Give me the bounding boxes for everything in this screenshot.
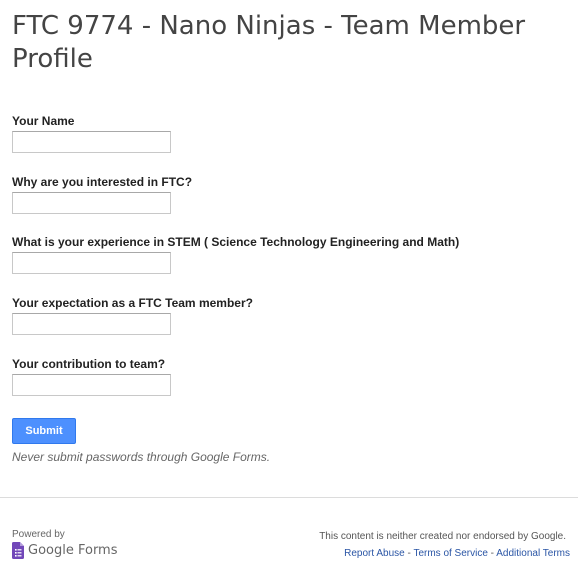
powered-by-label: Powered by — [12, 529, 65, 540]
question-stem-experience: What is your experience in STEM ( Scienc… — [12, 235, 460, 274]
question-label: Your expectation as a FTC Team member? — [12, 296, 253, 310]
question-expectation: Your expectation as a FTC Team member? — [12, 296, 253, 335]
your-name-input[interactable] — [12, 131, 171, 153]
google-forms-icon — [12, 542, 24, 559]
stem-experience-input[interactable] — [12, 252, 171, 274]
submit-button[interactable]: Submit — [12, 418, 76, 444]
footer-divider — [0, 497, 578, 498]
link-separator: - — [487, 548, 497, 559]
password-warning: Never submit passwords through Google Fo… — [12, 450, 271, 464]
question-label: Why are you interested in FTC? — [12, 175, 193, 189]
report-abuse-link[interactable]: Report Abuse — [344, 548, 405, 559]
disclaimer-text: This content is neither created nor endo… — [319, 531, 566, 542]
page-title: FTC 9774 - Nano Ninjas - Team Member Pro… — [12, 11, 526, 74]
footer-links: Report Abuse - Terms of Service - Additi… — [344, 548, 570, 559]
question-label: What is your experience in STEM ( Scienc… — [12, 235, 460, 249]
question-your-name: Your Name — [12, 114, 171, 153]
terms-of-service-link[interactable]: Terms of Service — [413, 548, 487, 559]
google-forms-logo-text: Google Forms — [28, 543, 118, 558]
question-label: Your Name — [12, 114, 75, 128]
contribution-input[interactable] — [12, 374, 171, 396]
google-forms-logo[interactable]: Google Forms — [12, 542, 118, 559]
question-contribution: Your contribution to team? — [12, 357, 171, 396]
additional-terms-link[interactable]: Additional Terms — [496, 548, 570, 559]
expectation-input[interactable] — [12, 313, 171, 335]
interest-input[interactable] — [12, 192, 171, 214]
question-interest: Why are you interested in FTC? — [12, 175, 193, 214]
question-label: Your contribution to team? — [12, 357, 166, 371]
